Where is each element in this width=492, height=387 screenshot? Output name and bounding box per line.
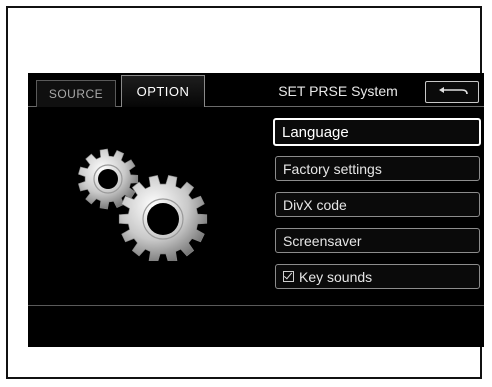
back-button[interactable] [425, 81, 479, 103]
menu-item-screensaver[interactable]: Screensaver [275, 228, 480, 253]
page-title: SET PRSE System [278, 83, 398, 99]
footer-divider [28, 305, 484, 306]
menu-item-label: Key sounds [299, 268, 373, 285]
menu-item-label: Screensaver [283, 232, 362, 249]
gears-icon [78, 148, 208, 261]
tab-source[interactable]: SOURCE [36, 80, 116, 107]
tab-option[interactable]: OPTION [121, 75, 205, 107]
tab-source-label: SOURCE [48, 87, 104, 101]
menu-item-divx-code[interactable]: DivX code [275, 192, 480, 217]
image-frame: SOURCE OPTION SET PRSE System Language F… [6, 6, 484, 379]
back-arrow-icon [439, 87, 468, 95]
tab-option-label: OPTION [136, 84, 190, 99]
menu-item-language[interactable]: Language [273, 118, 481, 146]
checkbox-checked-icon[interactable] [283, 271, 294, 282]
menu-item-factory-settings[interactable]: Factory settings [275, 156, 480, 181]
infotainment-screen: SOURCE OPTION SET PRSE System Language F… [28, 73, 484, 347]
menu-item-key-sounds[interactable]: Key sounds [275, 264, 480, 289]
menu-item-label: DivX code [283, 196, 347, 213]
menu-item-label: Factory settings [283, 160, 382, 177]
menu-item-label: Language [282, 123, 349, 141]
